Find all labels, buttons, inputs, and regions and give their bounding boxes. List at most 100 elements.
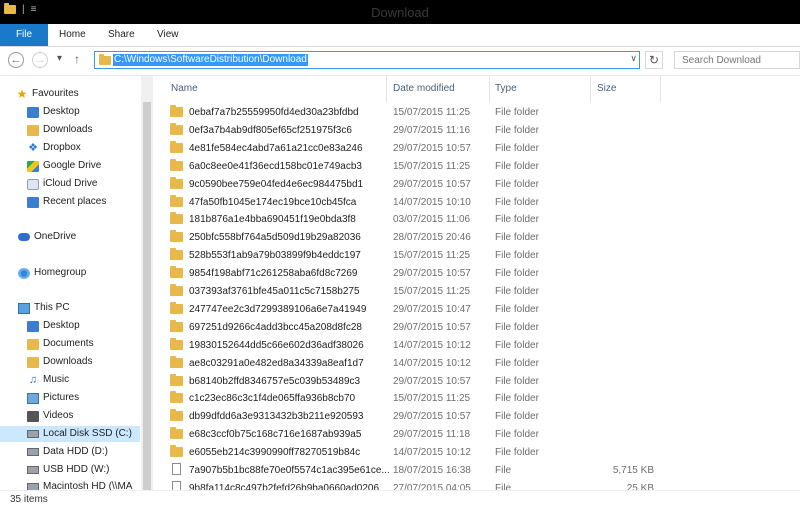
column-divider[interactable] <box>489 76 490 102</box>
file-row[interactable]: 9854f198abf71c261258aba6fd8c7269 29/07/20… <box>170 265 650 283</box>
file-icon <box>172 480 181 490</box>
address-bar[interactable]: C:\Windows\SoftwareDistribution\Download… <box>94 51 640 69</box>
nav-homegroup[interactable]: Homegroup <box>18 265 86 281</box>
file-type: File folder <box>495 142 539 154</box>
forward-button[interactable]: → <box>32 52 48 68</box>
column-header-name[interactable]: Name <box>171 83 198 94</box>
file-list: Name Date modified Type Size 0ebaf7a7b25… <box>156 76 800 490</box>
file-row[interactable]: 181b876a1e4bba690451f19e0bda3f8 03/07/201… <box>170 211 650 229</box>
nav-label: Desktop <box>43 106 80 117</box>
nav-item-pc-desktop[interactable]: Desktop <box>27 318 80 334</box>
tab-view[interactable]: View <box>157 24 179 46</box>
tab-share[interactable]: Share <box>108 24 135 46</box>
file-row[interactable]: e68c3ccf0b75c168c716e1687ab939a5 29/07/20… <box>170 426 650 444</box>
nav-item-local-disk-c[interactable]: Local Disk SSD (C:) <box>0 426 140 442</box>
chevron-down-icon[interactable]: ∨ <box>630 53 637 64</box>
nav-item-data-hdd-d[interactable]: Data HDD (D:) <box>27 444 108 460</box>
folder-icon <box>170 284 183 296</box>
file-name: e6055eb214c3990990ff78270519b84c <box>189 447 361 459</box>
nav-item-pictures[interactable]: Pictures <box>27 390 79 406</box>
nav-onedrive[interactable]: OneDrive <box>18 229 76 245</box>
file-row[interactable]: 9b8fa114c8c497b2fefd26b9ba0660ad0206 27/0… <box>170 480 654 490</box>
column-header-date-modified[interactable]: Date modified <box>393 83 455 94</box>
file-row[interactable]: 7a907b5b1bc88fe70e0f5574c1ac395e61ce... 1… <box>170 462 654 480</box>
file-row[interactable]: 037393af3761bfe45a011c5c7158b275 15/07/20… <box>170 283 650 301</box>
nav-item-dropbox[interactable]: ❖ Dropbox <box>27 140 81 156</box>
file-date: 27/07/2015 04:05 <box>393 482 471 490</box>
file-row[interactable]: 247747ee2c3d7299389106a6e7a41949 29/07/20… <box>170 301 650 319</box>
nav-this-pc[interactable]: This PC <box>18 300 70 316</box>
folder-icon <box>170 105 183 117</box>
navigation-scrollbar[interactable] <box>141 76 153 502</box>
tab-file[interactable]: File <box>0 24 48 46</box>
file-date: 03/07/2015 11:06 <box>393 214 471 226</box>
file-row[interactable]: 19830152644dd5c66e602d36adf38026 14/07/20… <box>170 337 650 355</box>
nav-item-macintosh-hd[interactable]: Macintosh HD (\\MA <box>27 479 132 490</box>
file-row[interactable]: 528b553f1ab9a79b03899f9b4eddc197 15/07/20… <box>170 247 650 265</box>
file-name: 181b876a1e4bba690451f19e0bda3f8 <box>189 214 356 226</box>
address-path[interactable]: C:\Windows\SoftwareDistribution\Download <box>113 54 308 66</box>
file-type: File folder <box>495 375 539 387</box>
file-row[interactable]: e6055eb214c3990990ff78270519b84c 14/07/20… <box>170 444 650 462</box>
nav-item-downloads[interactable]: Downloads <box>27 122 92 138</box>
file-type: File folder <box>495 160 539 172</box>
column-divider[interactable] <box>660 76 661 102</box>
nav-item-usb-hdd-w[interactable]: USB HDD (W:) <box>27 462 109 478</box>
search-input[interactable] <box>674 51 800 69</box>
up-button[interactable]: ↑ <box>74 52 80 66</box>
file-row[interactable]: 0ef3a7b4ab9df805ef65cf251975f3c6 29/07/20… <box>170 122 650 140</box>
file-row[interactable]: 0ebaf7a7b25559950fd4ed30a23bfdbd 15/07/20… <box>170 104 650 122</box>
nav-item-google-drive[interactable]: Google Drive <box>27 158 101 174</box>
computer-icon <box>18 302 30 314</box>
file-type: File folder <box>495 411 539 423</box>
back-button[interactable]: ← <box>8 52 24 68</box>
nav-item-videos[interactable]: Videos <box>27 408 73 424</box>
column-header-size[interactable]: Size <box>597 83 616 94</box>
file-name: c1c23ec86c3c1f4de065ffa936b8cb70 <box>189 393 356 405</box>
file-row[interactable]: 6a0c8ee0e41f36ecd158bc01e749acb3 15/07/20… <box>170 158 650 176</box>
folder-icon <box>170 355 183 368</box>
file-row[interactable]: 4e81fe584ec4abd7a61a21cc0e83a246 29/07/20… <box>170 140 650 158</box>
file-row[interactable]: c1c23ec86c3c1f4de065ffa936b8cb70 15/07/20… <box>170 390 650 408</box>
column-divider[interactable] <box>386 76 387 102</box>
nav-item-desktop[interactable]: Desktop <box>27 104 80 120</box>
file-type: File folder <box>495 178 539 190</box>
file-row[interactable]: 250bfc558bf764a5d509d19b29a82036 28/07/20… <box>170 229 650 247</box>
file-type: File folder <box>495 250 539 262</box>
file-row[interactable]: db99dfdd6a3e9313432b3b211e920593 29/07/20… <box>170 408 650 426</box>
refresh-button[interactable]: ↻ <box>645 51 663 69</box>
folder-icon <box>170 212 183 225</box>
nav-item-recent-places[interactable]: Recent places <box>27 194 106 210</box>
file-date: 29/07/2015 10:57 <box>393 411 471 423</box>
file-row[interactable]: ae8c03291a0e482ed8a34339a8eaf1d7 14/07/20… <box>170 355 650 373</box>
file-row[interactable]: b68140b2ffd8346757e5c039b53489c3 29/07/20… <box>170 373 650 391</box>
nav-label: Pictures <box>43 392 80 403</box>
file-row[interactable]: 697251d9266c4add3bcc45a208d8fc28 29/07/20… <box>170 319 650 337</box>
file-row[interactable]: 9c0590bee759e04fed4e6ec984475bd1 29/07/20… <box>170 176 650 194</box>
file-type: File folder <box>495 321 539 333</box>
file-type: File folder <box>495 232 539 244</box>
file-row[interactable]: 47fa50fb1045e174ec19bce10cb45fca 14/07/20… <box>170 194 650 212</box>
nav-item-pc-downloads[interactable]: Downloads <box>27 354 92 370</box>
file-date: 14/07/2015 10:12 <box>393 447 471 459</box>
nav-label: Recent places <box>43 196 107 207</box>
title-bar: | ≡ Download <box>0 0 800 24</box>
nav-label: iCloud Drive <box>43 178 98 189</box>
nav-item-documents[interactable]: Documents <box>27 336 94 352</box>
nav-label: Videos <box>43 410 74 421</box>
folder-icon <box>170 337 183 350</box>
nav-item-music[interactable]: ♫ Music <box>27 372 69 388</box>
file-type: File folder <box>495 429 539 441</box>
column-divider[interactable] <box>590 76 591 102</box>
column-header-type[interactable]: Type <box>495 83 517 94</box>
recent-places-icon <box>27 196 39 208</box>
file-name: 247747ee2c3d7299389106a6e7a41949 <box>189 303 367 315</box>
nav-item-icloud-drive[interactable]: iCloud Drive <box>27 176 97 192</box>
file-date: 29/07/2015 11:16 <box>393 124 471 136</box>
file-date: 28/07/2015 20:46 <box>393 232 471 244</box>
file-icon <box>172 463 181 475</box>
tab-home[interactable]: Home <box>59 24 86 46</box>
nav-favourites[interactable]: ★ Favourites <box>16 86 79 102</box>
scrollbar-thumb[interactable] <box>143 102 151 502</box>
recent-locations-dropdown[interactable]: ▾ <box>57 53 62 64</box>
